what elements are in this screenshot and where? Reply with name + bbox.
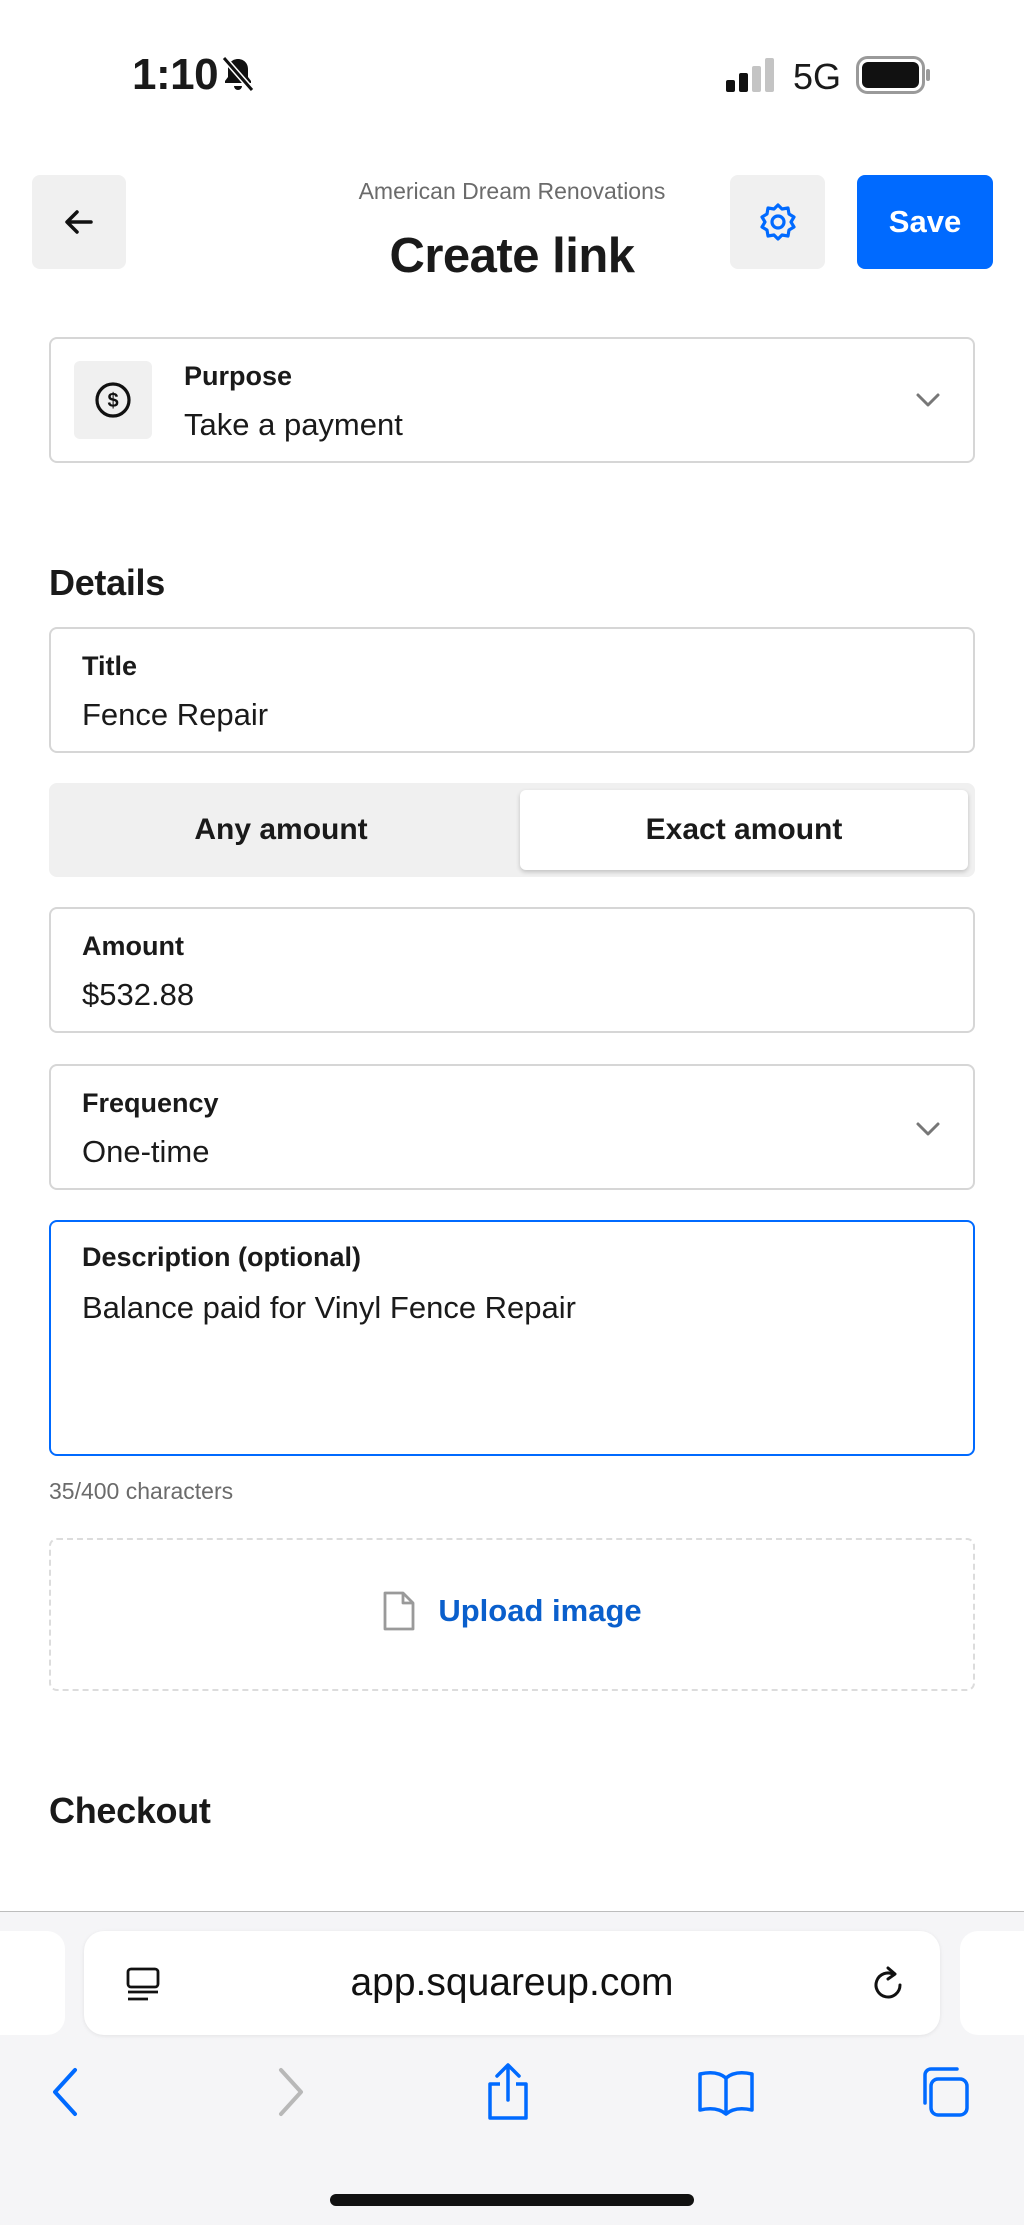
description-textarea[interactable]: Balance paid for Vinyl Fence Repair bbox=[82, 1290, 576, 1326]
svg-text:$: $ bbox=[107, 390, 118, 412]
share-icon bbox=[488, 2063, 528, 2120]
browser-chrome: app.squareup.com bbox=[0, 1911, 1024, 2225]
character-count: 35/400 characters bbox=[49, 1478, 234, 1504]
purpose-icon-box: $ bbox=[74, 361, 152, 439]
checkout-heading: Checkout bbox=[49, 1790, 211, 1831]
settings-button[interactable] bbox=[730, 175, 825, 269]
dollar-circle-icon: $ bbox=[95, 382, 131, 418]
browser-forward-button[interactable] bbox=[260, 2062, 320, 2122]
purpose-label: Purpose bbox=[184, 361, 293, 391]
purpose-select[interactable]: $ Purpose Take a payment bbox=[49, 337, 975, 463]
description-label: Description (optional) bbox=[82, 1242, 361, 1272]
details-heading: Details bbox=[49, 562, 165, 603]
back-icon bbox=[53, 2068, 77, 2116]
address-bar[interactable]: app.squareup.com bbox=[84, 1931, 940, 2035]
description-field[interactable]: Description (optional) Balance paid for … bbox=[49, 1220, 975, 1456]
bookmarks-button[interactable] bbox=[696, 2062, 756, 2122]
share-button[interactable] bbox=[478, 2062, 538, 2122]
home-indicator bbox=[330, 2194, 694, 2206]
previous-tab-peek[interactable] bbox=[0, 1931, 65, 2035]
upload-image-dropzone[interactable]: Upload image bbox=[49, 1538, 975, 1691]
bookmarks-icon bbox=[698, 2071, 754, 2116]
amount-field[interactable]: Amount $532.88 bbox=[49, 907, 975, 1033]
upload-image-button[interactable]: Upload image bbox=[438, 1593, 641, 1629]
reload-icon[interactable] bbox=[866, 1961, 910, 2005]
gear-icon bbox=[759, 203, 796, 241]
chevron-down-icon bbox=[916, 393, 940, 407]
any-amount-option[interactable]: Any amount bbox=[56, 790, 506, 870]
battery-icon bbox=[856, 56, 930, 94]
title-field[interactable]: Title Fence Repair bbox=[49, 627, 975, 753]
forward-icon bbox=[279, 2068, 303, 2116]
title-input[interactable]: Fence Repair bbox=[82, 697, 268, 733]
frequency-label: Frequency bbox=[82, 1088, 219, 1118]
amount-type-toggle: Any amount Exact amount bbox=[49, 783, 975, 877]
signal-icon bbox=[726, 58, 774, 92]
frequency-select[interactable]: Frequency One-time bbox=[49, 1064, 975, 1190]
status-bar: 1:10 5G bbox=[0, 0, 1024, 150]
tabs-icon bbox=[923, 2067, 969, 2117]
exact-amount-option[interactable]: Exact amount bbox=[520, 790, 968, 870]
tabs-button[interactable] bbox=[914, 2062, 974, 2122]
save-button[interactable]: Save bbox=[857, 175, 993, 269]
chevron-down-icon bbox=[916, 1122, 940, 1136]
frequency-value: One-time bbox=[82, 1134, 210, 1169]
bell-slash-icon bbox=[221, 56, 255, 92]
title-label: Title bbox=[82, 651, 138, 681]
network-label: 5G bbox=[793, 56, 842, 97]
amount-input[interactable]: $532.88 bbox=[82, 977, 194, 1013]
amount-label: Amount bbox=[82, 931, 184, 961]
file-icon bbox=[383, 1591, 415, 1631]
next-tab-peek[interactable] bbox=[960, 1931, 1024, 2035]
url-text[interactable]: app.squareup.com bbox=[84, 1961, 940, 2005]
status-time: 1:10 bbox=[132, 50, 219, 99]
purpose-value: Take a payment bbox=[184, 407, 403, 442]
browser-back-button[interactable] bbox=[36, 2062, 96, 2122]
